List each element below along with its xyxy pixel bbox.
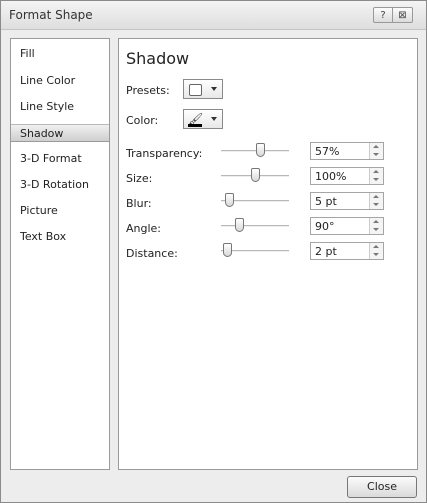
spinner-arrows[interactable] [369,168,383,184]
arrow-down-icon [373,178,379,181]
presets-dropdown[interactable] [183,79,223,99]
close-button[interactable]: Close [347,476,417,498]
color-label: Color: [126,114,159,127]
help-icon: ? [380,10,386,21]
nav-item-3d-rotation[interactable]: 3-D Rotation [11,176,109,194]
size-value: 100% [315,170,347,183]
nav-item-text-box[interactable]: Text Box [11,228,109,246]
blur-label: Blur: [126,197,152,210]
arrow-up-icon [373,220,379,223]
transparency-value: 57% [315,145,340,158]
close-icon: ⊠ [398,10,407,21]
nav-item-fill[interactable]: Fill [11,45,109,63]
blur-value: 5 pt [315,195,337,208]
arrow-down-icon [373,253,379,256]
size-label: Size: [126,172,153,185]
arrow-up-icon [373,195,379,198]
distance-slider-thumb[interactable] [223,243,232,257]
arrow-up-icon [373,145,379,148]
blur-slider-thumb[interactable] [225,193,234,207]
arrow-down-icon [373,153,379,156]
spinner-arrows[interactable] [369,218,383,234]
spinner-arrows[interactable] [369,143,383,159]
chevron-down-icon [211,87,217,91]
chevron-down-icon [211,117,217,121]
format-shape-dialog: Format Shape ? ⊠ Fill Line Color Line St… [0,0,427,503]
color-swatch [188,124,202,127]
shadow-preset-icon [189,84,202,96]
angle-label: Angle: [126,222,162,235]
spinner-arrows[interactable] [369,243,383,259]
title-bar: Format Shape ? ⊠ [1,1,426,30]
nav-item-3d-format[interactable]: 3-D Format [11,150,109,168]
transparency-spinner[interactable]: 57% [310,142,384,160]
spinner-arrows[interactable] [369,193,383,209]
angle-slider-thumb[interactable] [235,218,244,232]
nav-item-line-color[interactable]: Line Color [11,72,109,90]
size-slider-thumb[interactable] [251,168,260,182]
arrow-up-icon [373,170,379,173]
distance-value: 2 pt [315,245,337,258]
panel-heading: Shadow [126,49,190,68]
help-button[interactable]: ? [373,7,393,23]
nav-item-picture[interactable]: Picture [11,202,109,220]
arrow-down-icon [373,228,379,231]
arrow-up-icon [373,245,379,248]
size-spinner[interactable]: 100% [310,167,384,185]
nav-item-line-style[interactable]: Line Style [11,98,109,116]
arrow-down-icon [373,203,379,206]
angle-spinner[interactable]: 90° [310,217,384,235]
blur-spinner[interactable]: 5 pt [310,192,384,210]
angle-slider-track[interactable] [221,225,289,227]
category-list: Fill Line Color Line Style Shadow 3-D Fo… [10,38,110,470]
color-dropdown[interactable]: 🖌 [183,109,223,129]
shadow-panel: Shadow Presets: Color: 🖌 Transparency: 5… [118,38,418,470]
nav-item-shadow[interactable]: Shadow [11,124,109,142]
transparency-label: Transparency: [126,147,203,160]
presets-label: Presets: [126,84,170,97]
transparency-slider-thumb[interactable] [256,143,265,157]
distance-spinner[interactable]: 2 pt [310,242,384,260]
close-window-button[interactable]: ⊠ [393,7,413,23]
dialog-title: Format Shape [9,8,93,22]
transparency-slider-track[interactable] [221,150,289,152]
angle-value: 90° [315,220,335,233]
distance-label: Distance: [126,247,178,260]
